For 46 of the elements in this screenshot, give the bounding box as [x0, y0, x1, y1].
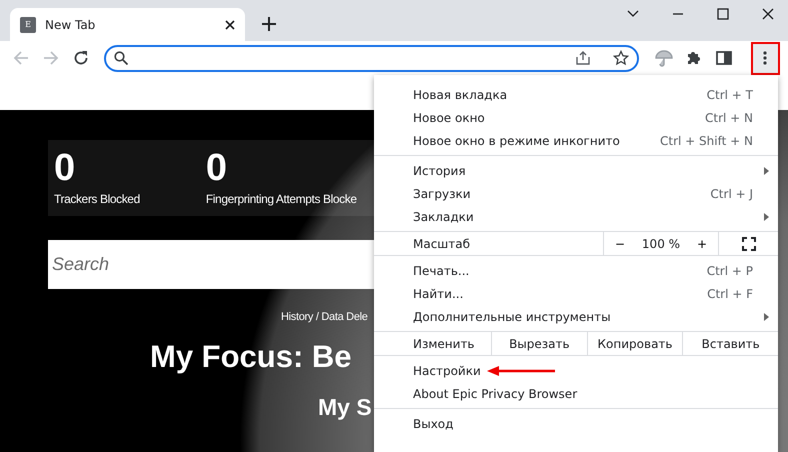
- zoom-label: Масштаб: [413, 236, 470, 252]
- favicon-icon: E: [20, 16, 36, 32]
- menu-item[interactable]: Закладки: [374, 205, 778, 228]
- edit-label: Изменить: [412, 336, 476, 352]
- maximize-icon[interactable]: [717, 8, 729, 20]
- zoom-out-button[interactable]: −: [610, 230, 630, 258]
- side-panel-icon[interactable]: [716, 50, 732, 66]
- share-icon[interactable]: [574, 50, 591, 66]
- subheading: My S: [318, 393, 372, 422]
- menu-item[interactable]: About Epic Privacy Browser: [374, 382, 778, 405]
- stat-label: Trackers Blocked: [54, 190, 140, 208]
- edit-button[interactable]: Копировать: [586, 332, 682, 355]
- search-icon: [114, 51, 128, 65]
- stat-label: Fingerprinting Attempts Blocke: [206, 190, 357, 208]
- search-field[interactable]: Search: [48, 240, 374, 289]
- menu-item[interactable]: Загрузки Ctrl + J: [374, 182, 778, 205]
- umbrella-icon[interactable]: [654, 49, 673, 67]
- kebab-icon[interactable]: [763, 51, 768, 65]
- browser-tab[interactable]: E New Tab: [10, 8, 245, 41]
- menu-item[interactable]: История: [374, 159, 778, 182]
- fullscreen-icon[interactable]: [742, 236, 756, 250]
- new-tab-icon[interactable]: [262, 17, 276, 31]
- menu-item[interactable]: Выход: [374, 412, 778, 435]
- tab-title: New Tab: [45, 16, 96, 34]
- menu-item[interactable]: Новая вкладка Ctrl + T: [374, 83, 778, 106]
- puzzle-icon[interactable]: [686, 50, 702, 66]
- menu-item[interactable]: Новое окно Ctrl + N: [374, 106, 778, 129]
- focus-heading: My Focus: Be: [150, 338, 352, 376]
- menu-item[interactable]: Дополнительные инструменты: [374, 305, 778, 328]
- reload-icon[interactable]: [72, 50, 89, 66]
- menu-item[interactable]: Настройки: [374, 359, 778, 382]
- menu-button[interactable]: [750, 42, 780, 74]
- address-field[interactable]: [104, 44, 639, 72]
- zoom-level: 100 %: [642, 236, 680, 252]
- edit-button[interactable]: Вырезать: [491, 332, 587, 355]
- menu-item[interactable]: Новое окно в режиме инкогнито Ctrl + Shift + N: [374, 129, 778, 152]
- stat-value: 0: [206, 148, 228, 190]
- menu-item[interactable]: Найти... Ctrl + F: [374, 282, 778, 305]
- close-icon[interactable]: [225, 20, 235, 30]
- close-icon[interactable]: [762, 8, 774, 20]
- edit-button[interactable]: Вставить: [682, 332, 778, 355]
- star-icon[interactable]: [612, 50, 629, 66]
- menu-item[interactable]: Печать... Ctrl + P: [374, 259, 778, 282]
- zoom-in-button[interactable]: +: [692, 230, 712, 258]
- stat-value: 0: [54, 148, 76, 190]
- history-link[interactable]: History / Data Dele: [281, 308, 368, 326]
